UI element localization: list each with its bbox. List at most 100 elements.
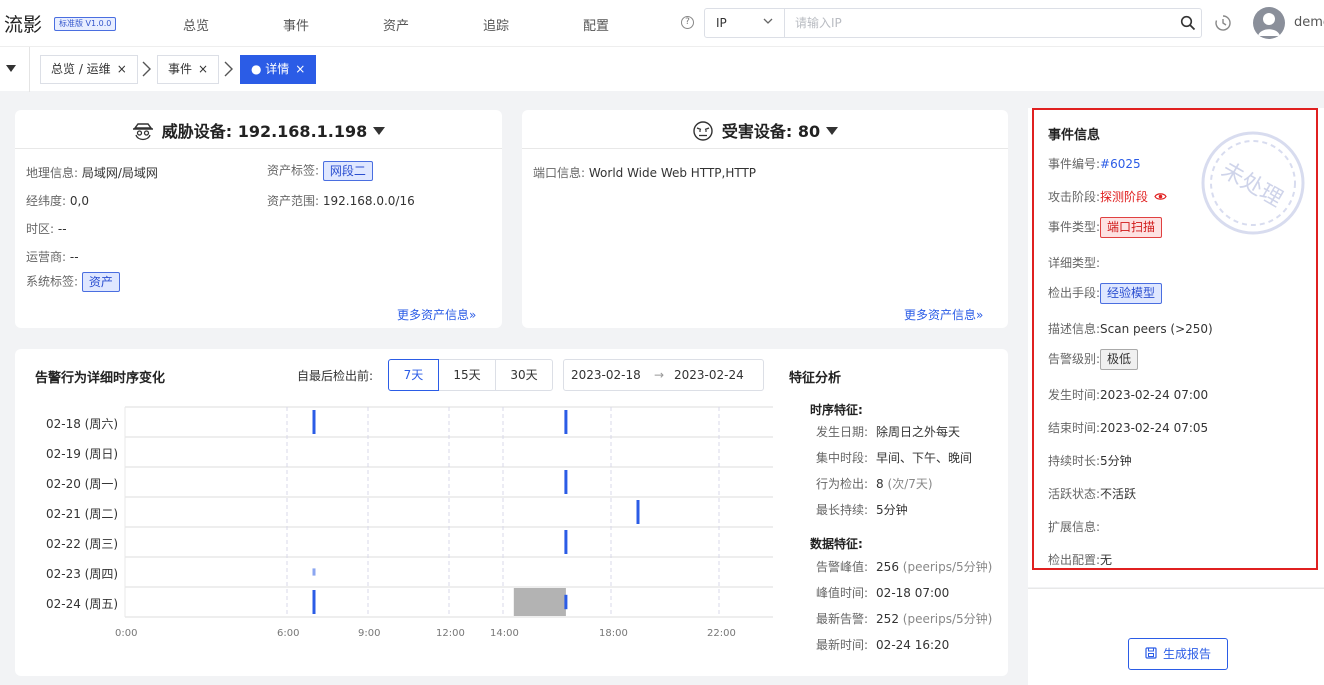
kv-key: 端口信息: <box>533 166 586 180</box>
victim-device-card: 受害设备: 80 端口信息: World Wide Web HTTP,HTTP … <box>522 110 1008 328</box>
geo-info: 地理信息: 局域网/局域网 <box>26 164 158 181</box>
range-7d-button[interactable]: 7天 <box>388 359 439 391</box>
detection-config-row: 检出配置:无 <box>1048 551 1112 568</box>
search-bar: IP <box>704 8 1202 38</box>
event-mark <box>312 568 316 576</box>
feature-row: 最新时间: 02-24 16:20 <box>816 636 949 653</box>
x-tick-label: 6:00 <box>277 628 300 639</box>
attack-stage-row: 攻击阶段:探测阶段 <box>1048 188 1167 205</box>
close-icon[interactable]: × <box>295 62 305 76</box>
victim-device-title[interactable]: 受害设备: 80 <box>522 118 1008 142</box>
kv-value: 局域网/局域网 <box>81 166 158 180</box>
x-tick-label: 14:00 <box>490 628 519 639</box>
alert-level-row: 告警级别: 极低 <box>1048 349 1139 370</box>
generate-report-button[interactable]: 生成报告 <box>1128 638 1228 670</box>
data-features-title: 数据特征: <box>810 537 863 551</box>
feature-value: 早间、下午、晚间 <box>876 451 973 465</box>
feature-unit: (peerips/5分钟) <box>902 560 993 574</box>
asset-tag: 资产标签: 网段二 <box>267 161 373 181</box>
feature-value: 252 <box>876 612 899 626</box>
extended-info-row: 扩展信息: <box>1048 518 1100 535</box>
info-key: 事件编号: <box>1048 157 1101 171</box>
feature-key: 峰值时间: <box>816 586 869 600</box>
latest-event-highlight <box>513 588 566 616</box>
search-type-select[interactable]: IP <box>705 9 785 37</box>
report-footer <box>1028 588 1324 685</box>
search-icon[interactable] <box>1180 15 1196 31</box>
feature-row: 最长持续: 5分钟 <box>816 501 908 518</box>
breadcrumb: 总览 / 运维 × 事件 × ● 详情 × <box>0 46 1324 92</box>
stamp-text: 未处理 <box>1217 158 1287 213</box>
info-value: 不活跃 <box>1100 487 1137 501</box>
feature-analysis-title: 特征分析 <box>789 371 842 386</box>
kv-key: 地理信息: <box>26 166 79 180</box>
threat-device-title[interactable]: 威胁设备: 192.168.1.198 <box>15 118 502 142</box>
close-icon[interactable]: × <box>198 62 208 76</box>
info-value: 2023-02-24 07:00 <box>1100 388 1209 402</box>
more-asset-info-link[interactable]: 更多资产信息» <box>397 306 476 323</box>
info-key: 攻击阶段: <box>1048 190 1101 204</box>
top-navbar: 流影 标准版 V1.0.0 总览 事件 资产 追踪 配置 ? IP demo <box>0 0 1324 46</box>
breadcrumb-events[interactable]: 事件 × <box>157 55 220 84</box>
caret-down-icon[interactable] <box>826 127 839 135</box>
info-key: 检出配置: <box>1048 553 1101 567</box>
breadcrumb-overview-ops[interactable]: 总览 / 运维 × <box>40 55 138 84</box>
more-asset-info-link[interactable]: 更多资产信息» <box>904 306 983 323</box>
feature-row: 集中时段: 早间、下午、晚间 <box>816 449 972 466</box>
breadcrumb-detail[interactable]: ● 详情 × <box>240 55 317 84</box>
feature-key: 最新告警: <box>816 612 869 626</box>
x-tick-label: 18:00 <box>599 628 628 639</box>
info-key: 结束时间: <box>1048 421 1101 435</box>
timezone: 时区: -- <box>26 220 67 237</box>
info-key: 事件类型: <box>1048 220 1101 234</box>
kv-key: 运营商: <box>26 250 67 264</box>
event-id-row: 事件编号:#6025 <box>1048 155 1141 172</box>
user-icon <box>1258 13 1280 36</box>
feature-value: 8 <box>876 477 884 491</box>
x-tick-label: 22:00 <box>707 628 736 639</box>
info-key: 扩展信息: <box>1048 520 1101 534</box>
asset-range: 资产范围: 192.168.0.0/16 <box>267 192 415 209</box>
version-badge: 标准版 V1.0.0 <box>54 17 117 31</box>
event-info-title: 事件信息 <box>1048 128 1101 143</box>
nav-trace[interactable]: 追踪 <box>483 15 509 34</box>
feature-row: 发生日期: 除周日之外每天 <box>816 423 960 440</box>
info-key: 发生时间: <box>1048 388 1101 402</box>
nav-overview[interactable]: 总览 <box>183 15 209 34</box>
menu-toggle-icon[interactable] <box>6 65 16 72</box>
feature-value: 256 <box>876 560 899 574</box>
kv-key: 资产范围: <box>267 194 320 208</box>
coordinates: 经纬度: 0,0 <box>26 192 89 209</box>
search-input[interactable] <box>795 15 1175 31</box>
event-id-link[interactable]: #6025 <box>1100 157 1141 171</box>
info-key: 描述信息: <box>1048 322 1101 336</box>
event-mark <box>312 410 316 434</box>
nav-config[interactable]: 配置 <box>583 15 609 34</box>
nav-events[interactable]: 事件 <box>283 15 309 34</box>
detail-type-row: 详细类型: <box>1048 254 1100 271</box>
username[interactable]: demo <box>1294 15 1324 30</box>
system-tag-badge[interactable]: 资产 <box>81 272 120 292</box>
feature-key: 行为检出: <box>816 477 869 491</box>
asset-tag-badge[interactable]: 网段二 <box>322 161 373 181</box>
unprocessed-stamp: 未处理 <box>1201 131 1305 235</box>
nav-assets[interactable]: 资产 <box>383 15 409 34</box>
app-logo[interactable]: 流影 <box>4 10 42 37</box>
duration-row: 持续时长:5分钟 <box>1048 452 1132 469</box>
kv-value: 0,0 <box>69 194 89 208</box>
feature-unit: (次/7天) <box>887 477 933 491</box>
breadcrumb-label: ● 详情 <box>251 62 290 76</box>
kv-value: World Wide Web HTTP,HTTP <box>588 166 757 180</box>
help-icon[interactable]: ? <box>681 16 694 29</box>
history-clock-icon[interactable] <box>1213 13 1233 33</box>
chevron-right-icon <box>142 61 151 77</box>
kv-key: 经纬度: <box>26 194 67 208</box>
event-mark <box>636 500 640 524</box>
avatar[interactable] <box>1253 7 1285 39</box>
search-type-value: IP <box>716 16 727 30</box>
caret-down-icon[interactable] <box>373 127 386 135</box>
close-icon[interactable]: × <box>117 62 127 76</box>
attack-stage-value: 探测阶段 <box>1100 190 1149 204</box>
victim-face-icon <box>693 121 713 141</box>
eye-icon[interactable] <box>1154 190 1167 203</box>
